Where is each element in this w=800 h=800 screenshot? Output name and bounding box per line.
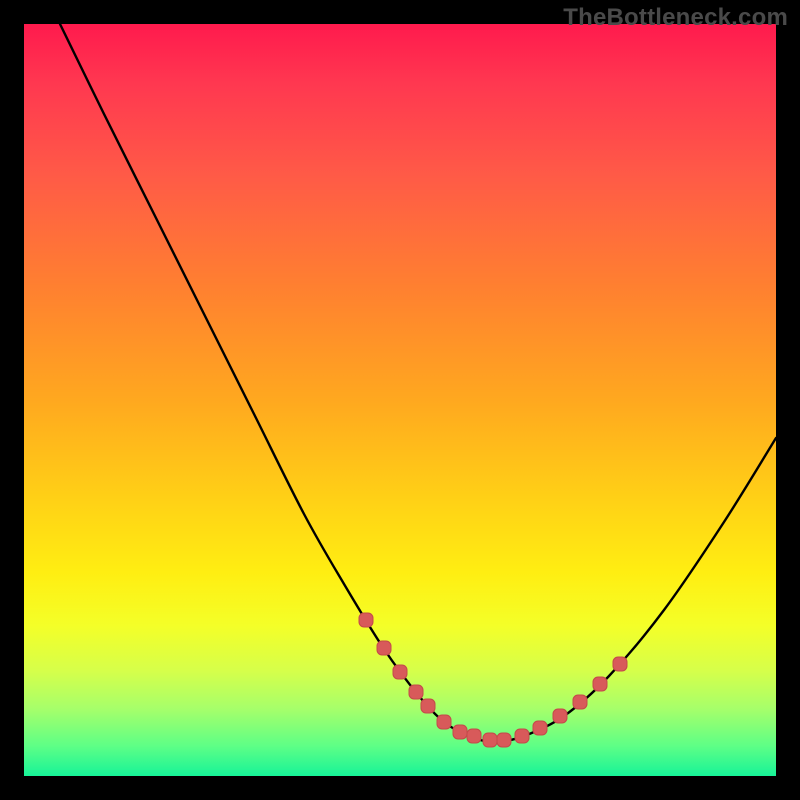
highlight-marker: [483, 733, 497, 747]
highlight-marker: [573, 695, 587, 709]
highlight-marker: [377, 641, 391, 655]
watermark-text: TheBottleneck.com: [563, 4, 788, 32]
highlight-marker: [421, 699, 435, 713]
highlight-marker: [613, 657, 627, 671]
highlight-marker: [359, 613, 373, 627]
chart-plot-area: [24, 24, 776, 776]
highlight-marker: [553, 709, 567, 723]
highlight-marker: [533, 721, 547, 735]
highlight-marker: [393, 665, 407, 679]
highlight-marker: [593, 677, 607, 691]
highlight-marker: [497, 733, 511, 747]
highlight-marker: [453, 725, 467, 739]
highlight-marker-group: [359, 613, 627, 747]
highlight-marker: [409, 685, 423, 699]
bottleneck-curve-path: [60, 24, 776, 742]
bottleneck-curve-svg: [24, 24, 776, 776]
highlight-marker: [515, 729, 529, 743]
highlight-marker: [437, 715, 451, 729]
highlight-marker: [467, 729, 481, 743]
